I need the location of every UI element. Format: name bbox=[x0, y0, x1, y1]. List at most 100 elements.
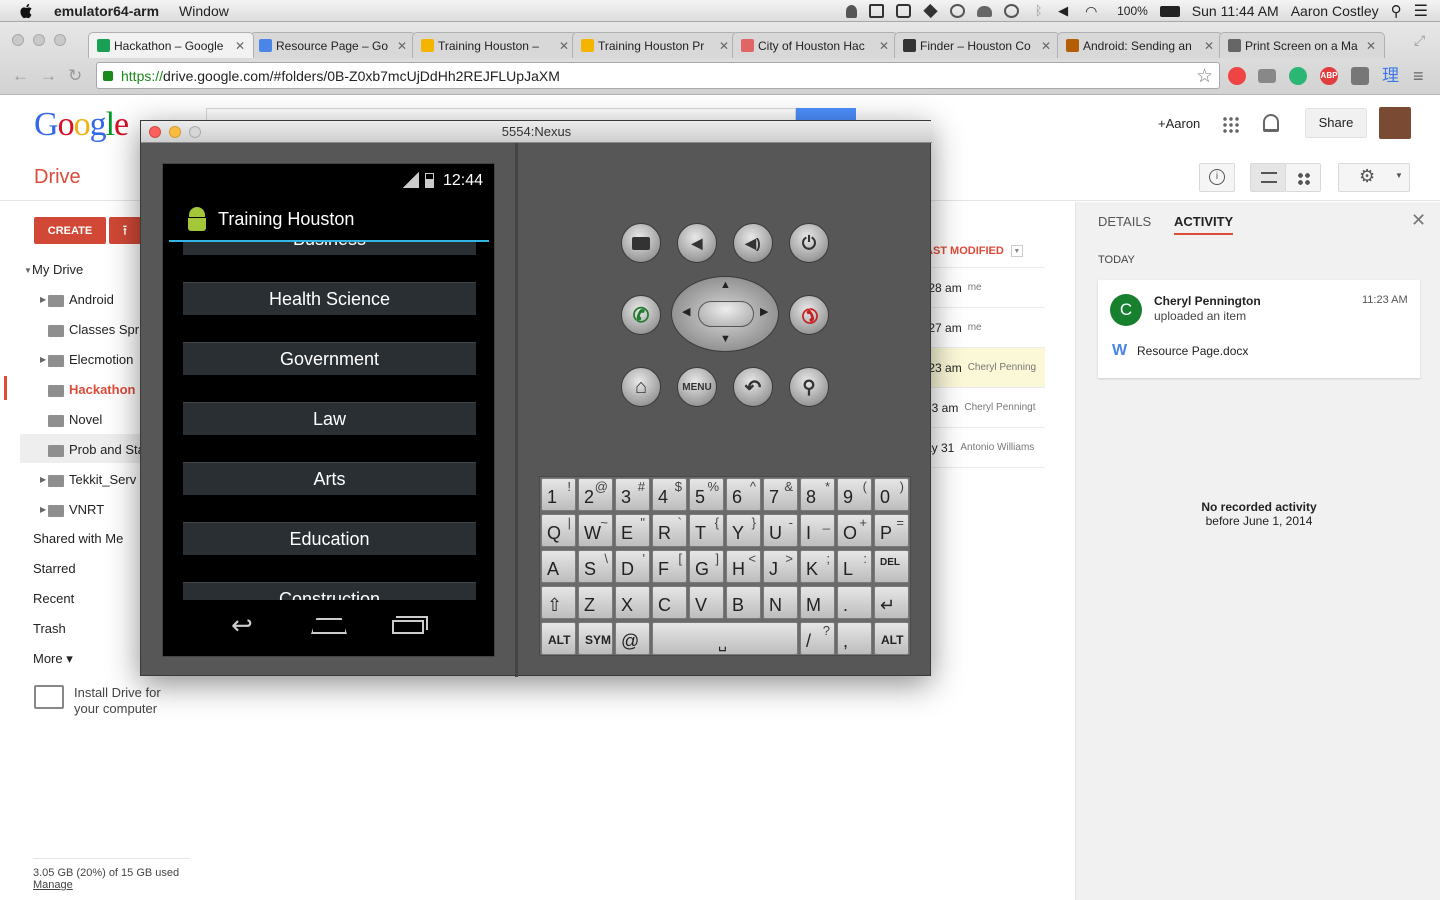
keyboard-key[interactable]: ⇧ bbox=[541, 586, 576, 619]
dropbox-icon[interactable] bbox=[923, 3, 938, 19]
sync-icon[interactable] bbox=[950, 4, 966, 18]
sidebar-item-trash[interactable]: Trash bbox=[33, 621, 66, 636]
sidebar-item-folder[interactable]: Tekkit_Serv bbox=[69, 472, 141, 487]
grid-view-button[interactable] bbox=[1285, 163, 1321, 192]
drive-title[interactable]: Drive bbox=[34, 166, 81, 189]
extension-icon-4[interactable]: 理 bbox=[1382, 67, 1400, 85]
emulator-zoom-icon[interactable] bbox=[189, 126, 201, 138]
cast-icon[interactable] bbox=[1258, 69, 1276, 83]
tab-close-icon[interactable]: ✕ bbox=[397, 39, 407, 53]
bookmark-star-icon[interactable]: ☆ bbox=[1196, 65, 1213, 88]
bluetooth-icon[interactable]: ᛒ bbox=[1031, 4, 1046, 18]
chrome-menu-icon[interactable]: ≡ bbox=[1413, 66, 1424, 87]
keyboard-key[interactable]: 9( bbox=[837, 478, 872, 511]
settings-button[interactable]: ⚙ ▼ bbox=[1338, 163, 1410, 192]
fullscreen-icon[interactable]: ⤢ bbox=[1414, 32, 1425, 49]
table-row[interactable]: :23 am Cheryl Penning bbox=[925, 348, 1045, 388]
keyboard-key[interactable]: 2 @ bbox=[578, 478, 613, 511]
expand-folder-icon[interactable]: ▶ bbox=[40, 475, 46, 484]
end-call-button[interactable]: ✆ bbox=[789, 295, 829, 335]
nav-back-icon[interactable]: ↩ bbox=[231, 612, 265, 638]
reload-icon[interactable]: ↻ bbox=[68, 66, 82, 86]
activity-card[interactable]: C Cheryl Pennington uploaded an item 11:… bbox=[1098, 280, 1420, 378]
keyboard-key[interactable]: F[ bbox=[652, 550, 687, 583]
address-bar[interactable]: https://drive.google.com/#folders/0B-Z0x… bbox=[96, 62, 1220, 89]
category-list[interactable]: Business Health Science Government Law Arts… bbox=[163, 242, 496, 600]
dpad-right-icon[interactable]: ▶ bbox=[760, 305, 768, 318]
tab-activity[interactable]: ACTIVITY bbox=[1174, 214, 1234, 235]
sidebar-item-shared[interactable]: Shared with Me bbox=[33, 531, 123, 546]
expand-folder-icon[interactable]: ▶ bbox=[40, 295, 46, 304]
notification-center-icon[interactable]: ☰ bbox=[1414, 1, 1428, 21]
sidebar-item-starred[interactable]: Starred bbox=[33, 561, 76, 576]
keyboard-key[interactable]: B bbox=[726, 586, 761, 619]
tab-close-icon[interactable]: ✕ bbox=[1041, 39, 1051, 53]
category-button[interactable]: Government bbox=[183, 342, 476, 375]
keyboard-key[interactable]: Z bbox=[578, 586, 613, 619]
tab-close-icon[interactable]: ✕ bbox=[559, 39, 569, 53]
dpad-center-button[interactable] bbox=[698, 301, 754, 327]
extension-icon-3[interactable] bbox=[1351, 67, 1369, 85]
apple-menu-icon[interactable] bbox=[18, 3, 36, 19]
keyboard-key[interactable]: ALT bbox=[541, 622, 576, 655]
home-button[interactable]: ⌂ bbox=[621, 367, 661, 407]
keyboard-key[interactable]: @ bbox=[615, 622, 650, 655]
sort-header[interactable]: AST MODIFIED ▼ bbox=[925, 234, 1045, 268]
keyboard-key[interactable]: R ` bbox=[652, 514, 687, 547]
keyboard-key[interactable]: DEL bbox=[874, 550, 909, 583]
close-window-icon[interactable] bbox=[12, 34, 24, 46]
apps-grid-icon[interactable] bbox=[1222, 116, 1239, 133]
volume-icon[interactable]: ◀ bbox=[1058, 4, 1073, 18]
dpad-down-icon[interactable]: ▼ bbox=[720, 333, 731, 345]
browser-tab[interactable]: Finder – Houston Co ✕ bbox=[894, 32, 1060, 58]
keyboard-key[interactable]: 8 * bbox=[800, 478, 835, 511]
power-button[interactable]: ⏻ bbox=[789, 223, 829, 263]
keyboard-key[interactable]: D ' bbox=[615, 550, 650, 583]
avatar[interactable] bbox=[1379, 107, 1411, 139]
browser-tab[interactable]: Training Houston Pr ✕ bbox=[572, 32, 738, 58]
install-drive-link[interactable]: Install Drive for your computer bbox=[74, 685, 161, 717]
keyboard-key[interactable]: M bbox=[800, 586, 835, 619]
keyboard-key[interactable]: J > bbox=[763, 550, 798, 583]
menu-button[interactable]: MENU bbox=[677, 367, 717, 407]
call-button[interactable]: ✆ bbox=[621, 295, 661, 335]
sidebar-item-folder[interactable]: Classes Spr bbox=[69, 322, 141, 337]
manage-link[interactable]: Manage bbox=[33, 879, 190, 891]
sidebar-item-folder[interactable]: Android bbox=[69, 292, 141, 307]
emulator-minimize-icon[interactable] bbox=[169, 126, 181, 138]
sidebar-item-my-drive[interactable]: My Drive bbox=[32, 262, 83, 277]
window-menu[interactable]: Window bbox=[179, 3, 229, 19]
nav-recents-icon[interactable] bbox=[392, 620, 424, 634]
sidebar-item-recent[interactable]: Recent bbox=[33, 591, 74, 606]
menubar-clock[interactable]: Sun 11:44 AM bbox=[1192, 3, 1279, 19]
share-button[interactable]: Share bbox=[1305, 108, 1367, 138]
browser-tab[interactable]: Android: Sending an ✕ bbox=[1057, 32, 1223, 58]
table-row[interactable]: :28 am me bbox=[925, 268, 1045, 308]
expand-my-drive-icon[interactable]: ▼ bbox=[24, 266, 32, 275]
screen-share-icon[interactable] bbox=[869, 4, 885, 18]
keyboard-key[interactable]: I _ bbox=[800, 514, 835, 547]
keyboard-key[interactable]: G] bbox=[689, 550, 724, 583]
category-button[interactable]: Arts bbox=[183, 462, 476, 495]
forward-icon[interactable]: → bbox=[40, 66, 57, 86]
keyboard-key[interactable]: L: bbox=[837, 550, 872, 583]
category-button[interactable]: Health Science bbox=[183, 282, 476, 315]
category-button[interactable]: Law bbox=[183, 402, 476, 435]
tab-details[interactable]: DETAILS bbox=[1098, 214, 1151, 229]
sidebar-item-folder[interactable]: Hackathon bbox=[69, 382, 141, 397]
sidebar-item-folder[interactable]: VNRT bbox=[69, 502, 141, 517]
nav-home-icon[interactable] bbox=[311, 618, 347, 634]
tab-close-icon[interactable]: ✕ bbox=[1366, 39, 1376, 53]
keyboard-key[interactable]: Y} bbox=[726, 514, 761, 547]
search-hw-button[interactable]: ⚲ bbox=[789, 367, 829, 407]
emulator-title-bar[interactable]: 5554:Nexus bbox=[141, 121, 932, 143]
keyboard-key[interactable]: T{ bbox=[689, 514, 724, 547]
keyboard-key[interactable]: N bbox=[763, 586, 798, 619]
keyboard-key[interactable]: A bbox=[541, 550, 576, 583]
keyboard-key[interactable]: K; bbox=[800, 550, 835, 583]
keyboard-key[interactable]: . bbox=[837, 586, 872, 619]
keyboard-key[interactable]: U- bbox=[763, 514, 798, 547]
dpad[interactable]: ▲ ▼ ◀ ▶ bbox=[671, 276, 779, 352]
bell-icon[interactable] bbox=[1263, 114, 1279, 132]
keyboard-key[interactable]: SYM bbox=[578, 622, 613, 655]
